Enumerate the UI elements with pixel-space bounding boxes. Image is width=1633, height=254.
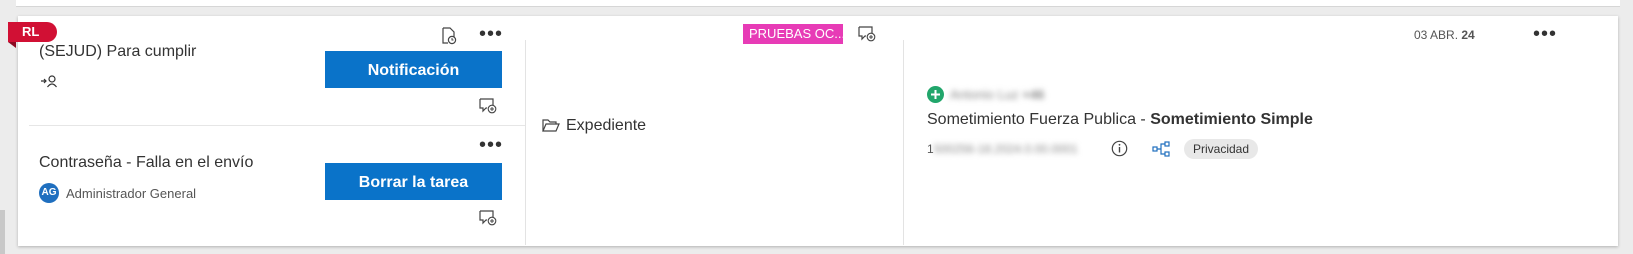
column-divider [525,40,526,245]
add-comment-icon[interactable] [479,210,497,226]
case-number-blurred: 500256-18.2024.0.00.0001 [933,142,1078,156]
date-year: 24 [1461,28,1475,42]
task-title: (SEJUD) Para cumplir [39,43,197,60]
date-day-month: 03 ABR. [1414,28,1459,42]
tag-badge: PRUEBAS OC... [743,24,843,44]
expediente-label[interactable]: Expediente [566,117,646,135]
column-divider [903,40,904,245]
case-number: 1500256-18.2024.0.00.0001 [927,142,1078,156]
case-number-visible: 1 [927,142,934,156]
person-extra: +46 [1022,87,1045,102]
avatar: AG [39,183,59,203]
document-clock-icon[interactable] [441,27,457,45]
borrar-tarea-button[interactable]: Borrar la tarea [325,163,502,200]
assign-user-icon [40,74,58,88]
workflow-icon[interactable] [1152,141,1170,157]
person-name: Antonio Luz +46 [950,87,1044,102]
notificacion-button[interactable]: Notificación [325,51,502,88]
add-comment-icon[interactable] [858,26,876,42]
add-person-icon[interactable] [927,86,944,103]
case-date: 03 ABR. 24 [1414,28,1475,42]
task-title: Contraseña - Falla en el envío [39,154,254,171]
privacy-badge: Privacidad [1184,139,1259,159]
person-name-text: Antonio Luz [950,87,1019,102]
case-title-prefix: Sometimiento Fuerza Publica - [927,111,1151,128]
folder-open-icon [542,119,560,133]
case-card[interactable]: (SEJUD) Para cumplir ••• Notificación ••… [8,16,1618,246]
case-title[interactable]: Sometimiento Fuerza Publica - Sometimien… [927,111,1313,129]
case-title-bold: Sometimiento Simple [1150,111,1313,128]
previous-card-edge [16,0,1620,7]
task-more-button[interactable]: ••• [479,135,503,155]
case-more-button[interactable]: ••• [1533,24,1557,44]
initials-badge: RL [8,22,57,48]
scroll-edge [0,210,5,254]
info-icon[interactable] [1111,140,1128,157]
task-divider [29,125,525,126]
assignee-name: Administrador General [66,186,197,201]
add-comment-icon[interactable] [479,98,497,114]
task-more-button[interactable]: ••• [479,24,503,44]
